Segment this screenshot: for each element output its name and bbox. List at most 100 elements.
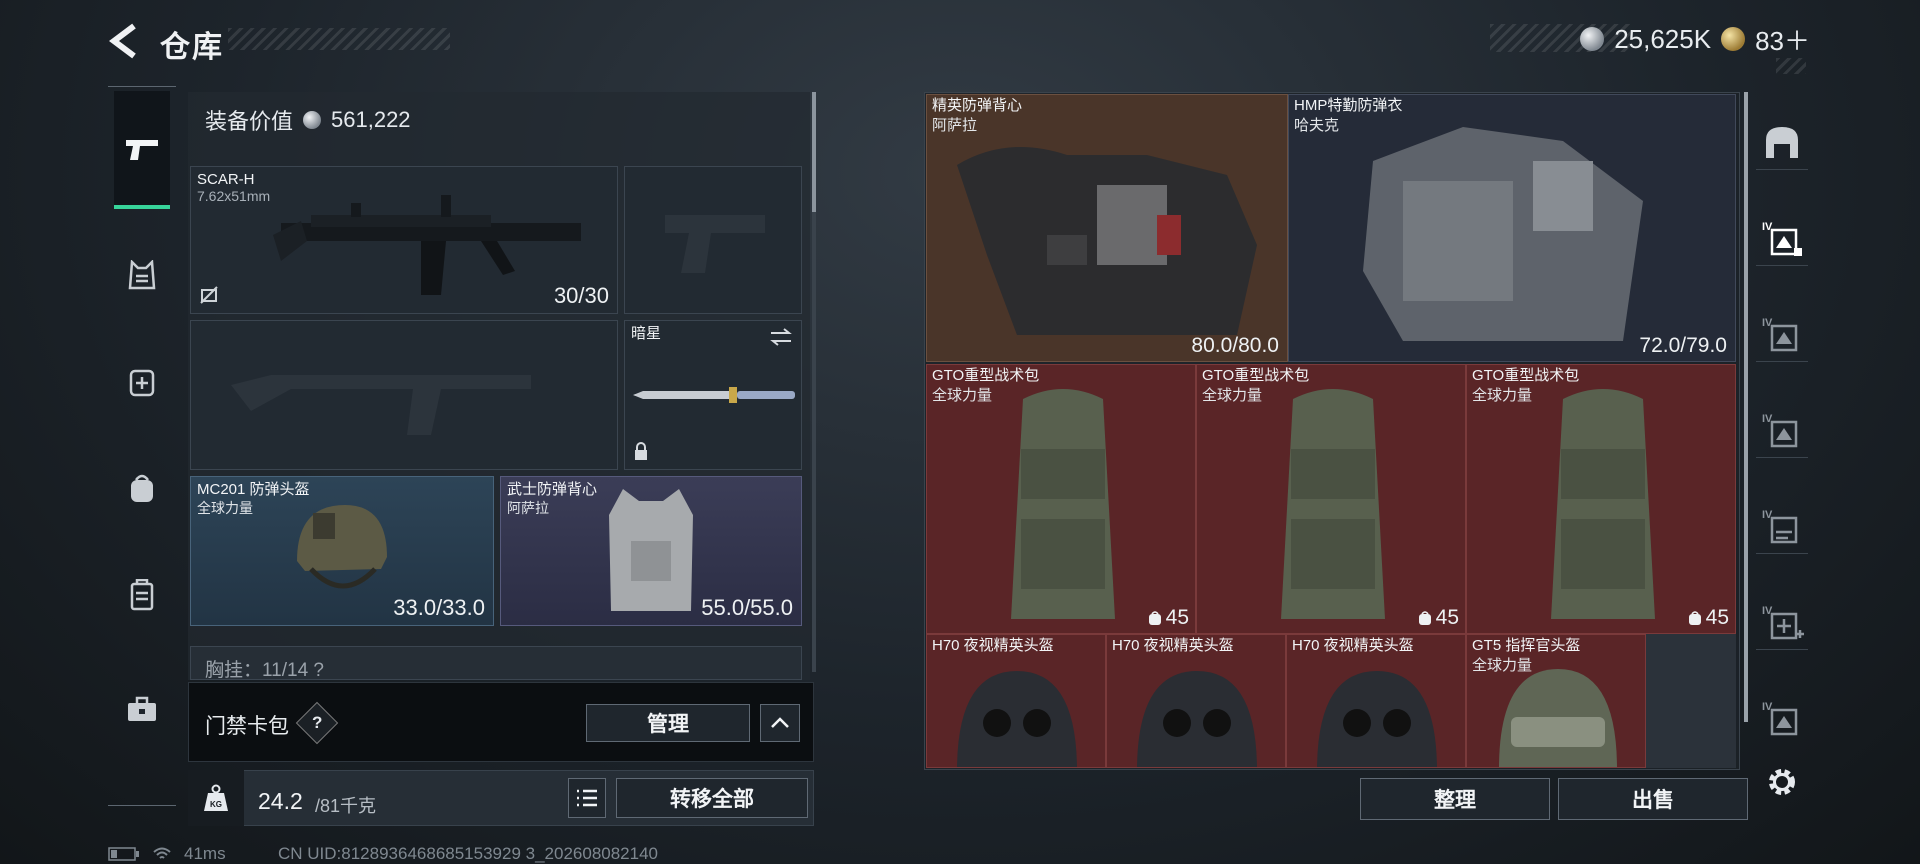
stash-item[interactable]: 精英防弹背心 阿萨拉 80.0/80.0 [926, 94, 1288, 362]
stash-item[interactable]: GTO重型战术包 全球力量 45 [1196, 364, 1466, 634]
stash-item[interactable]: H70 夜视精英头盔 [1286, 634, 1466, 768]
help-icon: ? [311, 712, 323, 732]
stash-tab-iv-5[interactable]: IV [1756, 690, 1808, 746]
settings-button[interactable] [1762, 762, 1802, 802]
pistol-icon [126, 140, 158, 160]
back-arrow-icon [109, 23, 136, 59]
stash-item[interactable]: GTO重型战术包 全球力量 45 [1466, 364, 1736, 634]
stash-tab-iv-1[interactable]: IV [1756, 210, 1808, 266]
helmet-brand: 全球力量 [197, 500, 253, 516]
vest-icon [128, 260, 156, 290]
stash-tab-iv-2[interactable]: IV [1756, 306, 1808, 362]
tidy-button[interactable]: 整理 [1360, 778, 1550, 820]
sell-button[interactable]: 出售 [1558, 778, 1748, 820]
arch-icon [1766, 126, 1798, 158]
melee-slot[interactable]: 暗星 [624, 320, 802, 470]
item-durability: 72.0/79.0 [1639, 334, 1727, 357]
item-brand: 全球力量 [1472, 657, 1533, 674]
wifi-icon [153, 847, 171, 859]
gear-icon [1769, 769, 1795, 795]
stash-tab-iv-4[interactable]: IV [1756, 498, 1808, 554]
loadout-scrollbar-thumb[interactable] [812, 92, 816, 212]
currency-bar: 25,625K 83＋ [1490, 22, 1820, 56]
item-capacity: 45 [1148, 606, 1189, 630]
storage-tier-icon: IV [1762, 509, 1798, 543]
kg-badge: KG [210, 800, 222, 809]
weight-kg-icon: KG [204, 784, 228, 811]
armor-vest-image [609, 489, 693, 611]
silver-balance: 25,625K [1614, 23, 1712, 54]
status-bar: 41ms [108, 844, 226, 864]
weight-max: /81千克 [315, 796, 377, 816]
gold-coin-icon [1721, 27, 1746, 51]
armor-durability: 55.0/55.0 [701, 595, 793, 620]
chest-rig-row[interactable]: 胸挂：11/14 ? [190, 646, 802, 681]
weight-current: 24.2 [258, 788, 303, 814]
capacity-value: 45 [1705, 606, 1729, 629]
ping-text: 41ms [184, 844, 226, 863]
storage-tier-icon: IV [1762, 317, 1798, 351]
stash-tab-iv-3[interactable]: IV [1756, 402, 1808, 458]
nv-helmet-image [1317, 671, 1437, 767]
melee-name: 暗星 [631, 325, 662, 342]
backpack-image [1551, 389, 1655, 619]
category-weapons[interactable] [114, 91, 170, 209]
category-case[interactable] [114, 567, 170, 623]
expand-keycard-button[interactable] [760, 704, 800, 742]
category-chest-rig[interactable] [114, 247, 170, 303]
item-name: H70 夜视精英头盔 [1292, 637, 1414, 654]
empty-stash-cell[interactable] [1646, 634, 1736, 768]
nv-helmet-image [957, 671, 1077, 767]
helmet-name: MC201 防弹头盔 [197, 481, 310, 498]
item-brand: 全球力量 [1202, 387, 1263, 404]
back-button[interactable] [104, 20, 146, 62]
rifle-placeholder-icon [231, 375, 531, 435]
stash-item[interactable]: GT5 指挥官头盔 全球力量 [1466, 634, 1646, 768]
armor-brand: 阿萨拉 [507, 500, 549, 516]
transfer-all-button[interactable]: 转移全部 [616, 778, 808, 818]
stash-item[interactable]: HMP特勤防弹衣 哈夫克 72.0/79.0 [1288, 94, 1736, 362]
stash-tab-iv-add[interactable]: IV [1756, 594, 1808, 650]
stash-scrollbar-thumb[interactable] [1744, 92, 1748, 722]
backpack-image [1281, 389, 1385, 619]
armor-image [1363, 127, 1643, 341]
backpack-image [1011, 389, 1115, 619]
user-uid: CN UID:8128936468685153929 3_20260808214… [278, 844, 659, 863]
swap-icon[interactable] [769, 327, 793, 347]
category-toolbox[interactable] [114, 681, 170, 737]
manage-button[interactable]: 管理 [586, 704, 750, 742]
stash-item[interactable]: H70 夜视精英头盔 [1106, 634, 1286, 768]
rail-decoration [1776, 58, 1806, 74]
stash-item[interactable]: GTO重型战术包 全球力量 45 [926, 364, 1196, 634]
stash-tab-all[interactable] [1756, 114, 1808, 170]
category-backpack[interactable] [114, 461, 170, 517]
item-capacity: 45 [1418, 606, 1459, 630]
knife-image [633, 387, 795, 403]
equipment-value-amount: 561,222 [331, 107, 411, 132]
secondary-weapon-slot[interactable] [624, 166, 802, 314]
gold-balance[interactable]: 83＋ [1755, 21, 1810, 58]
item-name: GT5 指挥官头盔 [1472, 637, 1581, 654]
list-view-button[interactable] [568, 778, 606, 818]
page-title: 仓库 [160, 31, 224, 64]
item-brand: 全球力量 [932, 387, 993, 404]
primary-weapon-slot[interactable]: SCAR-H 7.62x51mm 30/30 [190, 166, 618, 314]
backpack-medkit-icon [129, 369, 155, 397]
helmet-slot[interactable]: MC201 防弹头盔 全球力量 33.0/33.0 [190, 476, 494, 626]
armor-slot[interactable]: 武士防弹背心 阿萨拉 55.0/55.0 [500, 476, 802, 626]
silver-coin-icon [303, 111, 322, 129]
stash-item[interactable]: H70 夜视精英头盔 [926, 634, 1106, 768]
category-medical-bag[interactable] [114, 353, 170, 409]
weapon-ammo: 30/30 [553, 283, 609, 308]
item-name: H70 夜视精英头盔 [1112, 637, 1234, 654]
rifle-image [273, 195, 581, 295]
backpack-icon [131, 474, 153, 502]
lock-icon [635, 442, 647, 460]
no-attachment-icon [200, 286, 218, 304]
item-name: GTO重型战术包 [1472, 367, 1580, 384]
secondary-primary-slot[interactable] [190, 320, 618, 470]
chest-rig-capacity: 胸挂：11/14 ? [205, 660, 324, 681]
backpack-small-icon [1418, 611, 1431, 625]
item-capacity: 45 [1688, 606, 1729, 630]
item-name: GTO重型战术包 [932, 367, 1040, 384]
